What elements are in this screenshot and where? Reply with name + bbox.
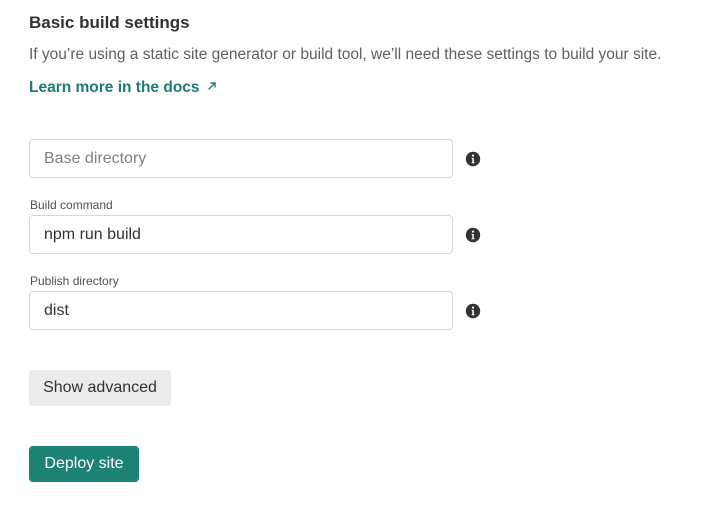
build-command-label: Build command (30, 198, 113, 212)
info-icon[interactable] (465, 227, 481, 243)
info-icon[interactable] (465, 303, 481, 319)
docs-link[interactable]: Learn more in the docs (29, 77, 218, 99)
build-command-input[interactable] (29, 215, 453, 254)
external-link-icon (207, 82, 216, 90)
section-title: Basic build settings (29, 13, 190, 32)
publish-directory-input[interactable] (29, 291, 453, 330)
show-advanced-button[interactable]: Show advanced (29, 370, 171, 406)
deploy-site-button[interactable]: Deploy site (29, 446, 139, 482)
build-settings-panel: Basic build settings If you’re using a s… (0, 0, 712, 508)
section-description: If you’re using a static site generator … (29, 46, 662, 63)
publish-directory-label: Publish directory (30, 274, 119, 288)
info-icon[interactable] (465, 151, 481, 167)
base-directory-input[interactable] (29, 139, 453, 178)
docs-link-label: Learn more in the docs (29, 79, 200, 96)
